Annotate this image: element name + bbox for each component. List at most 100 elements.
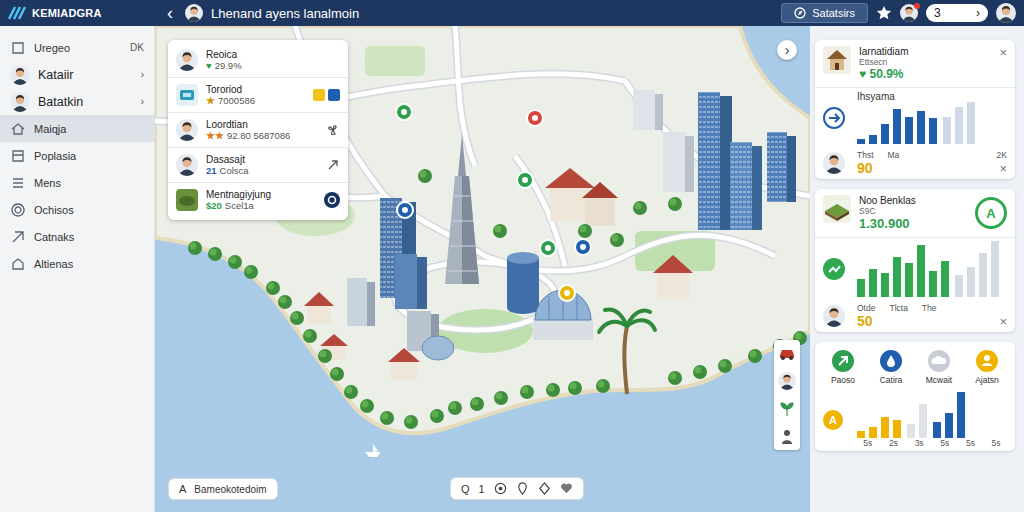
- star-icon[interactable]: [876, 5, 892, 21]
- coin-marker: A: [823, 410, 843, 430]
- menu-icon: [10, 40, 26, 56]
- map-pin[interactable]: [517, 172, 533, 188]
- place-detail: ♥ 29.9%: [206, 60, 340, 71]
- sidebar-item[interactable]: Kataiir ›: [0, 61, 154, 88]
- tag-badge[interactable]: [313, 89, 325, 101]
- sidebar-item[interactable]: Batatkin ›: [0, 88, 154, 115]
- chart-bar: [979, 253, 987, 297]
- window-title: Lhenand ayens lanalmoin: [211, 6, 359, 21]
- summary-tile[interactable]: Ajatsn: [963, 350, 1011, 385]
- search-tool[interactable]: Q: [461, 483, 470, 495]
- side-tool[interactable]: [778, 400, 796, 418]
- arrow-icon[interactable]: [326, 158, 340, 172]
- brand[interactable]: KEMIADGRA: [0, 6, 155, 20]
- close-button[interactable]: ×: [999, 315, 1007, 328]
- map[interactable]: Reoica ♥ 29.9% Tororiod ★ 7000586 Loordt…: [155, 26, 810, 512]
- close-button[interactable]: ×: [999, 46, 1007, 59]
- avatar-icon: [176, 119, 198, 141]
- chart-bar: [857, 279, 865, 297]
- target-icon[interactable]: [494, 482, 507, 495]
- chart-bar: [893, 257, 901, 297]
- sidebar-item[interactable]: Poplasia: [0, 142, 154, 169]
- place-detail: ★★ 92.80 5687086: [206, 130, 318, 141]
- place-detail: 21 Colsca: [206, 165, 318, 176]
- sidebar-label: Poplasia: [34, 150, 144, 162]
- place-title: Dasasajt: [206, 154, 318, 165]
- sidebar-item[interactable]: Catnaks: [0, 223, 154, 250]
- side-tool[interactable]: [778, 428, 796, 446]
- sidebar: Uregeo DK Kataiir › Batatkin › Maiqja Po…: [0, 26, 155, 512]
- place-row[interactable]: Tororiod ★ 7000586: [168, 78, 348, 113]
- place-row[interactable]: Reoica ♥ 29.9%: [168, 43, 348, 78]
- map-toolbar: Q 1: [450, 477, 584, 500]
- pin-icon[interactable]: [516, 482, 529, 495]
- search-pill[interactable]: A Bameokotedoim: [168, 478, 278, 500]
- close-button[interactable]: ×: [999, 162, 1007, 175]
- sidebar-label: Mens: [34, 177, 144, 189]
- app: KEMIADGRA ‹ Lhenand ayens lanalmoin Sata…: [0, 0, 1024, 512]
- menu-icon: [10, 175, 26, 191]
- heart-icon[interactable]: [560, 482, 573, 495]
- counter-pill[interactable]: 3 ›: [926, 4, 988, 22]
- summary-tile[interactable]: Mcwait: [915, 350, 963, 385]
- body: Uregeo DK Kataiir › Batatkin › Maiqja Po…: [0, 26, 1024, 512]
- notification-button[interactable]: [900, 4, 918, 22]
- chart-bar: [917, 111, 925, 144]
- growth-icon: [823, 258, 845, 280]
- sidebar-item[interactable]: Mens: [0, 169, 154, 196]
- sidebar-label: Uregeo: [34, 42, 122, 54]
- bar-chart: [857, 102, 1007, 144]
- chart-series: [955, 241, 999, 297]
- place-title: Reoica: [206, 49, 340, 60]
- map-pin[interactable]: [575, 239, 591, 255]
- sidebar-item[interactable]: Uregeo DK: [0, 34, 154, 61]
- map-pin[interactable]: [540, 240, 556, 256]
- back-button[interactable]: ‹: [163, 4, 177, 22]
- sidebar-item[interactable]: Maiqja: [0, 115, 154, 142]
- chart-series: [943, 102, 975, 144]
- menu-icon: [10, 229, 26, 245]
- place-row[interactable]: Mentnagiyjung $20 Scel1a: [168, 183, 348, 217]
- compass-icon: [794, 7, 806, 19]
- map-pin[interactable]: [527, 110, 543, 126]
- photo-icon: [176, 189, 198, 211]
- action-dot-icon[interactable]: [324, 192, 340, 208]
- count-tool[interactable]: 1: [479, 483, 485, 495]
- expand-button[interactable]: ›: [777, 40, 797, 60]
- house-icon: [823, 46, 851, 74]
- top-bar: KEMIADGRA ‹ Lhenand ayens lanalmoin Sata…: [0, 0, 1024, 26]
- chart-labels: 5s2s3s5s5s5s: [857, 438, 1007, 448]
- place-row[interactable]: Loordtian ★★ 92.80 5687086: [168, 113, 348, 148]
- sidebar-label: Maiqja: [34, 123, 144, 135]
- chart-bar: [955, 275, 963, 297]
- sidebar-label: Kataiir: [38, 68, 133, 82]
- sidebar-item[interactable]: Ochisos: [0, 196, 154, 223]
- tag-badge[interactable]: [328, 89, 340, 101]
- menu-icon: [10, 256, 26, 272]
- benefits-card: Noo Benklas S9C 1.30.900 A OtdeTlctaThe …: [815, 189, 1015, 332]
- side-tool[interactable]: [778, 344, 796, 362]
- sidebar-label: Altienas: [34, 258, 144, 270]
- drop-icon[interactable]: [538, 482, 551, 495]
- stats-button[interactable]: Satatsirs: [781, 3, 868, 23]
- summary-tile[interactable]: Paoso: [819, 350, 867, 385]
- chart-series: [857, 241, 949, 297]
- avatar-icon: [176, 49, 198, 71]
- chart-series: [857, 392, 901, 438]
- sidebar-item[interactable]: Altienas: [0, 250, 154, 277]
- plant-icon: [778, 400, 796, 418]
- chart-series: [907, 392, 927, 438]
- summary-tile[interactable]: Catira: [867, 350, 915, 385]
- map-pin[interactable]: [559, 285, 575, 301]
- map-pin[interactable]: [396, 104, 412, 120]
- person-icon: [778, 428, 796, 446]
- chart-bar: [967, 267, 975, 297]
- fan-icon[interactable]: [326, 123, 340, 137]
- place-row[interactable]: Dasasajt 21 Colsca: [168, 148, 348, 183]
- map-pin[interactable]: [397, 202, 413, 218]
- side-tool[interactable]: [778, 372, 796, 390]
- user-menu[interactable]: [996, 3, 1016, 23]
- place-icon: [176, 84, 198, 106]
- logo-text: KEMIADGRA: [32, 7, 102, 19]
- chart-bar: [869, 135, 877, 144]
